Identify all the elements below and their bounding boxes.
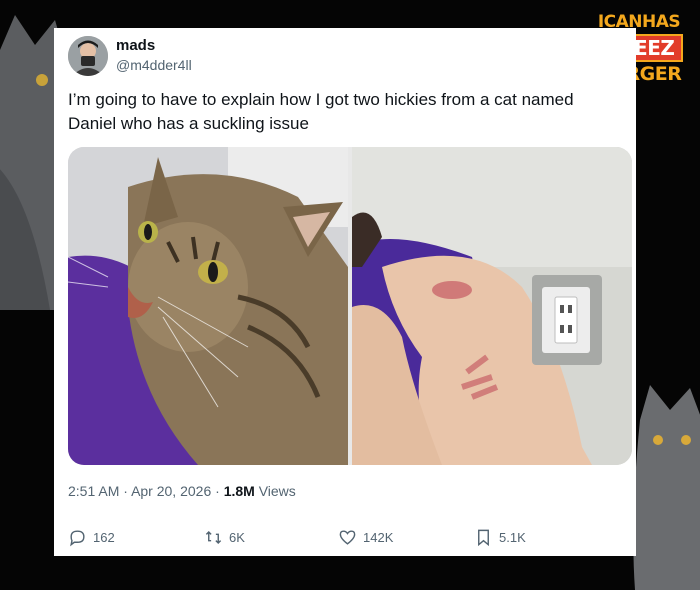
bookmark-icon [478, 529, 489, 547]
like-icon [339, 530, 356, 545]
repost-button[interactable]: 6K [204, 528, 245, 547]
meta-separator: · [215, 483, 220, 499]
tweet-meta: 2:51 AM · Apr 20, 2026 · 1.8M Views [68, 483, 296, 499]
like-button[interactable]: 142K [338, 528, 393, 547]
tweet-time[interactable]: 2:51 AM [68, 483, 119, 499]
tweet-actions: 162 6K 142K 5.1K [68, 528, 628, 552]
display-name[interactable]: mads [116, 37, 155, 54]
arm-photo[interactable] [352, 147, 632, 465]
bookmark-count: 5.1K [499, 530, 526, 545]
reply-button[interactable]: 162 [68, 528, 115, 547]
reply-count: 162 [93, 530, 115, 545]
cat-photo[interactable] [68, 147, 348, 465]
meta-separator: · [123, 483, 128, 499]
views-count: 1.8M [223, 483, 255, 499]
background-cat-right [633, 385, 700, 590]
like-count: 142K [363, 530, 394, 545]
avatar[interactable] [68, 36, 108, 76]
reply-icon [70, 530, 85, 547]
tweet-media [68, 147, 632, 465]
tweet-text: I’m going to have to explain how I got t… [68, 90, 574, 133]
tweet-date[interactable]: Apr 20, 2026 [131, 483, 211, 499]
bookmark-button[interactable]: 5.1K [474, 528, 526, 547]
user-handle[interactable]: @m4dder4ll [116, 57, 192, 73]
views-label: Views [258, 483, 296, 499]
repost-count: 6K [229, 530, 245, 545]
tweet-card: mads @m4dder4ll I’m going to have to exp… [54, 28, 636, 556]
repost-icon [205, 530, 222, 545]
